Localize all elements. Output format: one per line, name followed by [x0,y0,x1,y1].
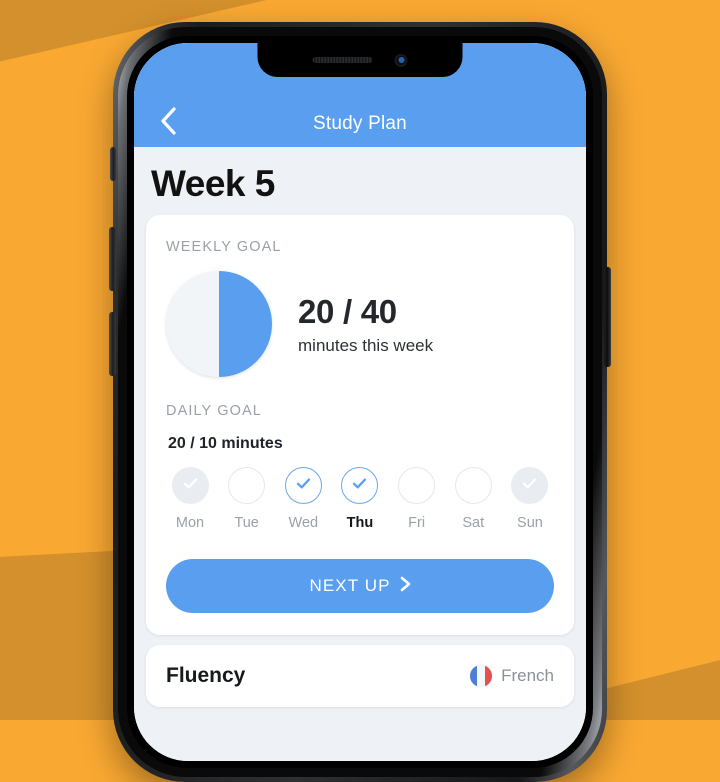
french-flag-icon [470,665,493,687]
day-label: Mon [175,515,205,531]
day-status-circle [511,467,549,504]
next-up-button[interactable]: NEXT UP [166,559,554,613]
day-mon[interactable]: Mon [168,467,212,531]
phone-frame-inner: Study Plan Week 5 WEEKLY GOAL 20 / 40 mi… [118,27,602,777]
day-status-circle [398,467,436,504]
volume-up-button[interactable] [109,227,116,291]
language-indicator: French [470,665,554,687]
day-status-circle [171,467,209,504]
day-label: Wed [288,515,319,531]
page-title: Week 5 [151,163,275,204]
check-icon [350,474,369,498]
weekly-progress-pie-chart [166,271,272,377]
front-camera-icon [394,53,408,67]
weekly-goal-label: WEEKLY GOAL [166,239,282,255]
day-label: Sun [517,515,543,531]
day-sat[interactable]: Sat [451,467,495,531]
study-plan-card: WEEKLY GOAL 20 / 40 minutes this week DA… [146,215,574,635]
check-icon [181,474,200,498]
weekly-goal-text: 20 / 40 minutes this week [298,293,433,356]
day-status-circle [454,467,492,504]
daily-goal-days: Mon Tue Wed Thu Fri Sat Sun [166,467,554,531]
day-status-circle [228,467,266,504]
day-tue[interactable]: Tue [225,467,269,531]
chevron-left-icon [159,106,179,136]
app-content: Study Plan Week 5 WEEKLY GOAL 20 / 40 mi… [134,43,586,761]
day-fri[interactable]: Fri [395,467,439,531]
fluency-title: Fluency [166,664,246,687]
chevron-right-icon [400,576,411,597]
power-button[interactable] [604,267,611,367]
phone-notch [257,43,463,77]
volume-down-button[interactable] [109,312,116,376]
back-button[interactable] [152,101,186,141]
day-status-circle [341,467,379,504]
nav-title: Study Plan [313,113,407,134]
weekly-goal-section: 20 / 40 minutes this week [166,271,554,377]
next-up-label: NEXT UP [309,576,391,595]
phone-device: Study Plan Week 5 WEEKLY GOAL 20 / 40 mi… [109,22,611,782]
day-thu[interactable]: Thu [338,467,382,531]
mute-switch[interactable] [110,147,116,181]
speaker-grille-icon [312,57,373,63]
daily-goal-label: DAILY GOAL [166,403,262,419]
day-status-circle [284,467,322,504]
day-label: Fri [408,515,426,531]
day-wed[interactable]: Wed [281,467,325,531]
day-label: Tue [234,515,259,531]
phone-screen: Study Plan Week 5 WEEKLY GOAL 20 / 40 mi… [134,43,586,761]
fluency-card[interactable]: Fluency French [146,645,574,707]
language-name: French [501,666,554,685]
day-sun[interactable]: Sun [508,467,552,531]
weekly-progress-pie-fill [166,271,272,377]
weekly-goal-value: 20 / 40 [298,292,397,330]
check-icon [520,474,539,498]
phone-bezel: Study Plan Week 5 WEEKLY GOAL 20 / 40 mi… [127,36,593,768]
daily-goal-value: 20 / 10 minutes [168,435,283,452]
weekly-goal-caption: minutes this week [298,335,434,355]
check-icon [294,474,313,498]
day-label: Thu [346,515,374,531]
day-label: Sat [462,515,485,531]
